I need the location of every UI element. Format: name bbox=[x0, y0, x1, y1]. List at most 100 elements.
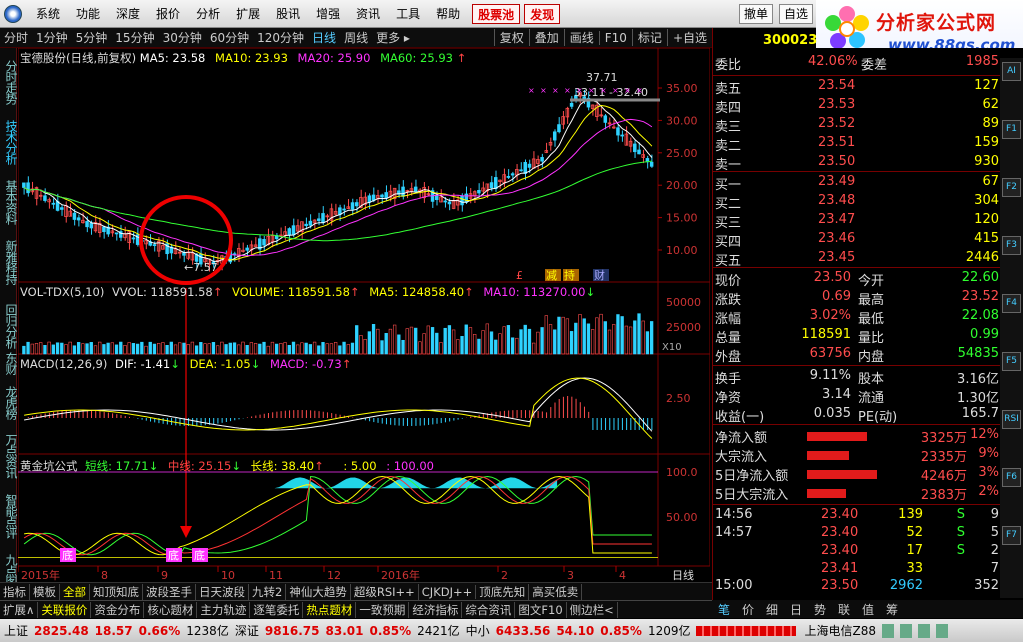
chart-area[interactable]: 35.00 30.00 25.00 20.00 15.00 10.00 37.71 33.11… bbox=[18, 48, 710, 588]
side-tool-icon[interactable]: AI bbox=[1002, 62, 1021, 81]
period-weekly[interactable]: 周线 bbox=[340, 29, 372, 46]
right-tab[interactable]: 联 bbox=[832, 601, 856, 618]
side-tool-icon[interactable]: F7 bbox=[1002, 526, 1021, 545]
nav-holdings[interactable]: 新雅释持 bbox=[0, 234, 18, 290]
event-marker[interactable]: 持 bbox=[564, 268, 575, 282]
side-tool-icon[interactable]: F6 bbox=[1002, 468, 1021, 487]
period-timeshare[interactable]: 分时 bbox=[0, 29, 32, 46]
candle-body bbox=[510, 173, 515, 176]
period-1min[interactable]: 1分钟 bbox=[32, 29, 72, 46]
menu-system[interactable]: 系统 bbox=[28, 4, 68, 24]
side-tool-icon[interactable]: RSI bbox=[1002, 410, 1021, 429]
adjust-button[interactable]: 复权 bbox=[493, 29, 529, 46]
bottom-tab[interactable]: 九转2 bbox=[249, 583, 287, 600]
bottom-tab[interactable]: 关联报价 bbox=[38, 601, 92, 618]
menu-help[interactable]: 帮助 bbox=[428, 4, 468, 24]
add-watchlist-button[interactable]: +自选 bbox=[666, 29, 712, 46]
period-60min[interactable]: 60分钟 bbox=[206, 29, 253, 46]
nav-timeshare[interactable]: 分时走势 bbox=[0, 54, 18, 110]
nav-regression[interactable]: 回归分析 bbox=[0, 298, 18, 354]
bottom-tab[interactable]: 热点题材 bbox=[303, 601, 357, 618]
side-tool-icon[interactable]: F2 bbox=[1002, 178, 1021, 197]
period-120min[interactable]: 120分钟 bbox=[253, 29, 308, 46]
event-marker[interactable]: 财 bbox=[594, 268, 605, 282]
bottom-tab[interactable]: CJKDJ++ bbox=[419, 584, 477, 599]
bottom-tab[interactable]: 神仙大趋势 bbox=[286, 583, 351, 600]
status-server[interactable]: 上海电信Z88 bbox=[804, 622, 876, 639]
nav-smart-review[interactable]: 智能点评 bbox=[0, 488, 18, 544]
bottom-tab[interactable]: 扩展∧ bbox=[0, 601, 39, 618]
right-tab[interactable]: 值 bbox=[856, 601, 880, 618]
stock-pool-button[interactable]: 股票池 bbox=[472, 3, 521, 24]
flower-logo-icon bbox=[824, 6, 870, 52]
bottom-tab[interactable]: 指标 bbox=[0, 583, 30, 600]
discover-button[interactable]: 发现 bbox=[524, 3, 561, 24]
overlay-button[interactable]: 叠加 bbox=[528, 29, 564, 46]
bottom-tab[interactable]: 侧边栏< bbox=[567, 601, 618, 618]
side-tool-icon[interactable]: F4 bbox=[1002, 294, 1021, 313]
side-tool-icon[interactable]: F3 bbox=[1002, 236, 1021, 255]
bottom-tab[interactable]: 波段圣手 bbox=[143, 583, 196, 600]
bottom-tab[interactable]: 主力轨迹 bbox=[197, 601, 251, 618]
bottom-tab[interactable]: 知顶知底 bbox=[90, 583, 143, 600]
period-daily[interactable]: 日线 bbox=[308, 29, 340, 46]
menu-quote[interactable]: 报价 bbox=[148, 4, 188, 24]
right-tab[interactable]: 势 bbox=[808, 601, 832, 618]
volume-bar bbox=[506, 325, 511, 355]
volume-bar bbox=[380, 340, 384, 355]
event-marker[interactable]: £ bbox=[516, 269, 523, 282]
side-tool-icon[interactable]: F5 bbox=[1002, 352, 1021, 371]
menu-info[interactable]: 资讯 bbox=[348, 4, 388, 24]
tick-volume: 33 bbox=[906, 561, 923, 576]
bottom-tab[interactable]: 日天波段 bbox=[196, 583, 249, 600]
bottom-tab[interactable]: 综合资讯 bbox=[462, 601, 516, 618]
candle-body bbox=[616, 127, 620, 136]
fund-value: 165.7 bbox=[961, 406, 999, 421]
candle-body bbox=[76, 217, 81, 221]
bottom-tab[interactable]: 模板 bbox=[30, 583, 60, 600]
period-15min[interactable]: 15分钟 bbox=[111, 29, 158, 46]
kline-chart-svg[interactable]: 35.0030.0025.0020.0015.0010.0037.7133.11… bbox=[18, 48, 710, 588]
menu-extend[interactable]: 扩展 bbox=[228, 4, 268, 24]
right-tab[interactable]: 日 bbox=[784, 601, 808, 618]
draw-line-button[interactable]: 画线 bbox=[563, 29, 599, 46]
right-tab[interactable]: 筹 bbox=[880, 601, 904, 618]
bottom-tab[interactable]: 超级RSI++ bbox=[351, 583, 419, 600]
nav-fundamentals[interactable]: 基本资料 bbox=[0, 174, 18, 230]
menu-news[interactable]: 股讯 bbox=[268, 4, 308, 24]
sell-label: 卖三 bbox=[715, 120, 742, 135]
menu-tools[interactable]: 工具 bbox=[388, 4, 428, 24]
bottom-tab[interactable]: 逐笔委托 bbox=[250, 601, 304, 618]
period-5min[interactable]: 5分钟 bbox=[72, 29, 112, 46]
volume-bar bbox=[81, 343, 85, 355]
f10-button[interactable]: F10 bbox=[598, 30, 632, 45]
event-marker[interactable]: 减 bbox=[546, 269, 557, 282]
bottom-tab[interactable]: 经济指标 bbox=[409, 601, 463, 618]
menu-depth[interactable]: 深度 bbox=[108, 4, 148, 24]
right-tab[interactable]: 细 bbox=[760, 601, 784, 618]
bottom-tab[interactable]: 一致预期 bbox=[356, 601, 410, 618]
right-tab[interactable]: 价 bbox=[736, 601, 760, 618]
menu-function[interactable]: 功能 bbox=[68, 4, 108, 24]
nav-dragon-tiger[interactable]: 龙虎榜 bbox=[0, 380, 18, 424]
nav-eastmoney[interactable]: 东财 bbox=[0, 348, 18, 378]
bottom-tab[interactable]: 高买低卖 bbox=[529, 583, 583, 600]
nav-news[interactable]: 万点资讯 bbox=[0, 428, 18, 484]
period-30min[interactable]: 30分钟 bbox=[159, 29, 206, 46]
signal-x-mark: × bbox=[552, 86, 559, 95]
cancel-order-button[interactable]: 撤单 bbox=[738, 3, 773, 24]
bottom-tab[interactable]: 图文F10 bbox=[515, 601, 567, 618]
nav-technical[interactable]: 技术分析 bbox=[0, 114, 18, 170]
right-tab[interactable]: 笔 bbox=[712, 601, 736, 618]
menu-analysis[interactable]: 分析 bbox=[188, 4, 228, 24]
bottom-tab[interactable]: 核心题材 bbox=[144, 601, 198, 618]
sell-volume: 89 bbox=[982, 116, 999, 131]
mark-button[interactable]: 标记 bbox=[631, 29, 667, 46]
bottom-tab[interactable]: 顶底先知 bbox=[476, 583, 530, 600]
menu-enhance[interactable]: 增强 bbox=[308, 4, 348, 24]
bottom-tab[interactable]: 全部 bbox=[60, 583, 90, 600]
side-tool-icon[interactable]: F1 bbox=[1002, 120, 1021, 139]
period-more[interactable]: 更多 ▸ bbox=[372, 29, 414, 46]
watchlist-button[interactable]: 自选 bbox=[778, 3, 813, 24]
bottom-tab[interactable]: 资金分布 bbox=[91, 601, 145, 618]
